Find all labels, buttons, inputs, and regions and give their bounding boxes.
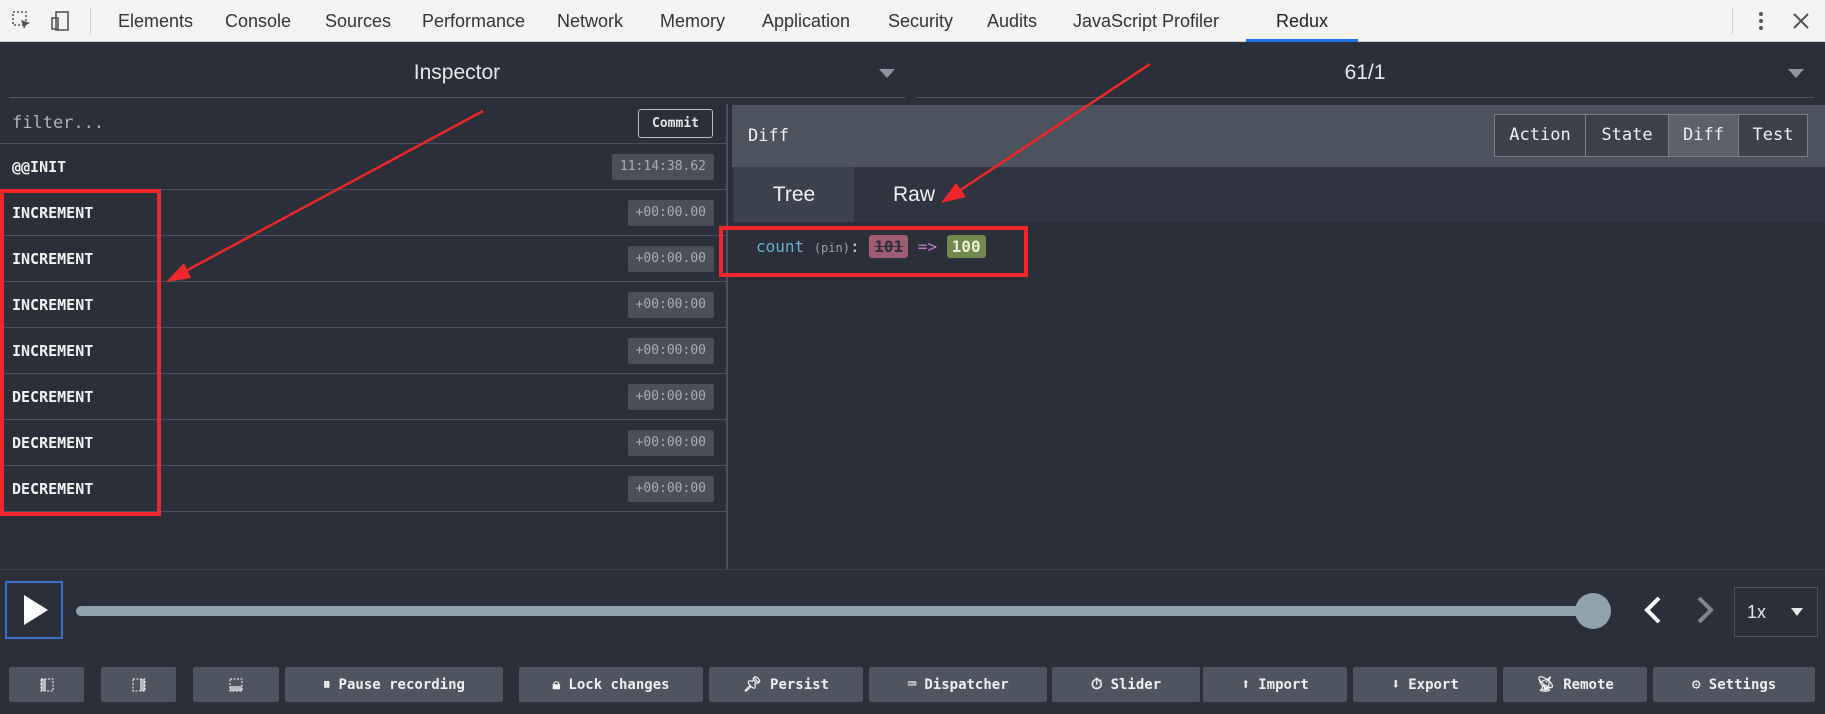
tab-action[interactable]: Action (1494, 114, 1586, 157)
device-toolbar-icon[interactable] (48, 8, 74, 34)
tab-test[interactable]: Test (1738, 114, 1808, 157)
action-time: +00:00.00 (627, 246, 714, 272)
chevron-left-icon (1644, 596, 1661, 624)
remote-label: Remote (1563, 676, 1614, 693)
dock-right-button[interactable] (101, 667, 176, 702)
tab-state[interactable]: State (1585, 114, 1669, 157)
settings-button[interactable]: ⚙ Settings (1653, 667, 1815, 702)
pin-icon: 📌︎ (742, 675, 763, 693)
annotation-box-actions (0, 189, 161, 516)
tab-javascript-profiler[interactable]: JavaScript Profiler (1073, 0, 1219, 42)
pause-recording-label: Pause recording (338, 676, 465, 693)
action-time: 11:14:38.62 (611, 154, 714, 180)
filter-input[interactable] (10, 108, 530, 138)
action-time: +00:00:00 (627, 476, 714, 502)
export-label: Export (1408, 676, 1459, 693)
play-icon (24, 595, 48, 625)
action-name: @@INIT (12, 158, 67, 176)
action-time: +00:00:00 (627, 384, 714, 410)
commit-button[interactable]: Commit (638, 109, 713, 138)
pause-recording-button[interactable]: ⏸ Pause recording (285, 667, 503, 702)
chevron-down-icon (879, 69, 895, 78)
chevron-down-icon (1788, 69, 1804, 78)
timeline-thumb[interactable] (1575, 593, 1611, 629)
dispatcher-label: Dispatcher (924, 676, 1009, 693)
tab-diff[interactable]: Diff (1668, 114, 1739, 157)
tab-audits[interactable]: Audits (987, 0, 1037, 42)
timer-icon: ⏱ (1090, 675, 1103, 693)
dispatcher-button[interactable]: ⌨ Dispatcher (869, 667, 1047, 702)
close-icon[interactable] (1788, 8, 1814, 34)
persist-button[interactable]: 📌︎ Persist (709, 667, 863, 702)
remote-icon: 📡︎ (1536, 675, 1556, 693)
import-label: Import (1258, 676, 1309, 693)
action-time: +00:00:00 (627, 338, 714, 364)
more-options-icon[interactable] (1748, 8, 1774, 34)
keyboard-icon: ⌨ (907, 675, 917, 693)
chevron-right-icon (1697, 596, 1714, 624)
lock-changes-button[interactable]: 🔒︎ Lock changes (519, 667, 703, 702)
tab-elements[interactable]: Elements (118, 0, 193, 42)
tab-memory[interactable]: Memory (660, 0, 725, 42)
tab-console[interactable]: Console (225, 0, 291, 42)
monitor-select-value: Inspector (413, 61, 501, 84)
import-button[interactable]: ⬆ Import (1203, 667, 1347, 702)
tab-application[interactable]: Application (762, 0, 850, 42)
tab-network[interactable]: Network (557, 0, 623, 42)
lock-changes-label: Lock changes (568, 676, 670, 693)
inspector-title: Diff (748, 126, 789, 146)
slider-button[interactable]: ⏱ Slider (1052, 667, 1200, 702)
instance-select[interactable]: 61/1 (916, 48, 1814, 98)
speed-value: 1x (1747, 602, 1767, 622)
chevron-down-icon (1791, 608, 1803, 616)
tab-raw[interactable]: Raw (854, 167, 974, 222)
slider-label: Slider (1110, 676, 1162, 693)
annotation-box-diff (719, 226, 1028, 277)
settings-label: Settings (1708, 676, 1777, 693)
remote-button[interactable]: 📡︎ Remote (1503, 667, 1647, 702)
download-icon: ⬇ (1391, 675, 1401, 693)
tab-sources[interactable]: Sources (325, 0, 391, 42)
devtools-tabbar: Elements Console Sources Performance Net… (0, 0, 1825, 42)
tab-performance[interactable]: Performance (422, 0, 525, 42)
toolbar-divider (1732, 8, 1733, 34)
action-time: +00:00.00 (627, 200, 714, 226)
upload-icon: ⬆ (1241, 675, 1251, 693)
toolbar-divider (90, 8, 91, 34)
tab-redux[interactable]: Redux (1246, 0, 1358, 42)
action-item[interactable]: @@INIT 11:14:38.62 (0, 144, 728, 190)
dock-left-button[interactable] (9, 667, 84, 702)
previous-button[interactable] (1635, 590, 1671, 630)
inspect-element-icon[interactable] (9, 8, 35, 34)
speed-select[interactable]: 1x (1734, 587, 1818, 637)
dock-left-icon (40, 678, 53, 691)
persist-label: Persist (770, 676, 830, 693)
pause-icon: ⏸ (323, 675, 331, 693)
tab-tree[interactable]: Tree (734, 167, 854, 222)
timeline-track[interactable] (76, 606, 1594, 616)
dock-bottom-icon (229, 678, 243, 691)
instance-select-value: 61/1 (1344, 61, 1386, 84)
dock-right-icon (132, 678, 145, 691)
next-button[interactable] (1687, 590, 1723, 630)
export-button[interactable]: ⬇ Export (1353, 667, 1497, 702)
monitor-select[interactable]: Inspector (9, 48, 905, 98)
gear-icon: ⚙ (1691, 675, 1701, 693)
action-time: +00:00:00 (627, 430, 714, 456)
action-time: +00:00:00 (627, 292, 714, 318)
tab-security[interactable]: Security (888, 0, 953, 42)
lock-icon: 🔒︎ (552, 675, 561, 693)
play-button[interactable] (5, 581, 63, 639)
dock-bottom-button[interactable] (193, 667, 279, 702)
